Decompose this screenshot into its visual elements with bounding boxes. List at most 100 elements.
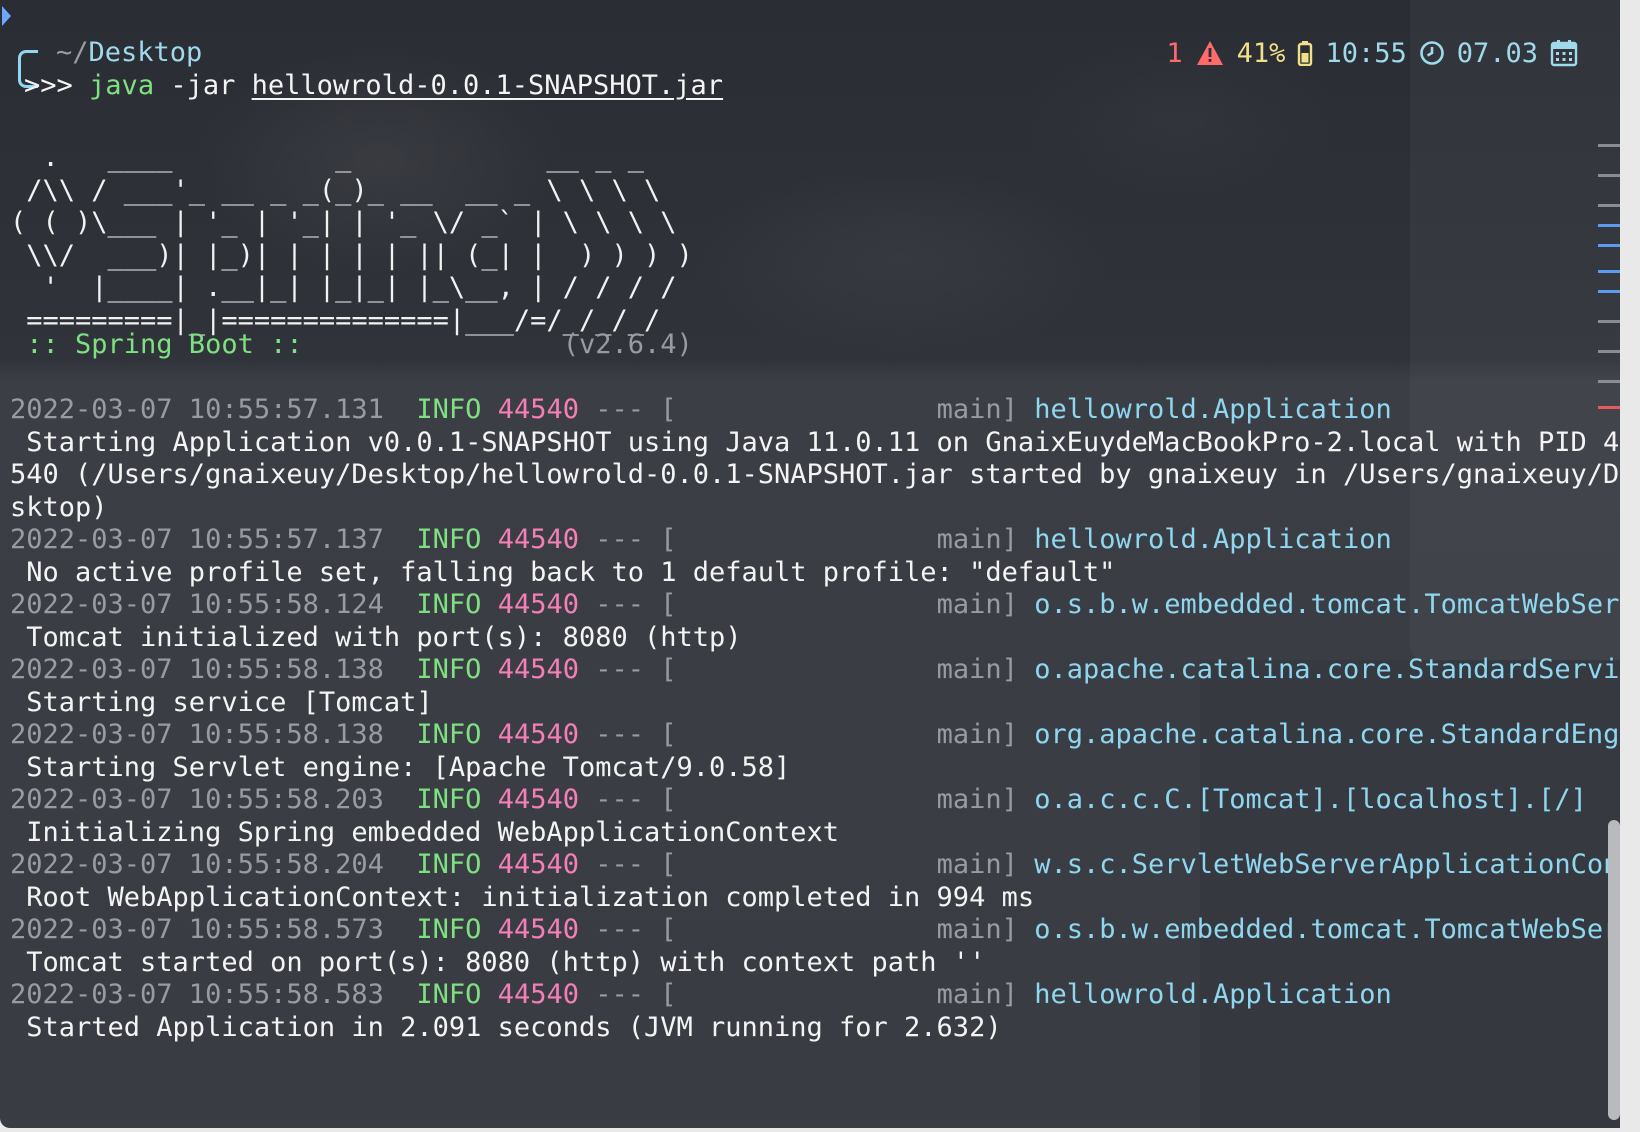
log-thread: main] xyxy=(936,589,1018,620)
log-logger: hellowrold.Application : xyxy=(1034,979,1392,1010)
log-separator: --- xyxy=(595,914,645,945)
log-thread: main] xyxy=(936,719,1018,750)
log-message: 540 (/Users/gnaixeuy/Desktop/hellowrold-… xyxy=(10,459,1620,490)
cwd-tilde: ~/ xyxy=(56,37,89,68)
log-thread: main] xyxy=(936,914,1018,945)
warning-icon xyxy=(1195,39,1225,67)
clock-icon xyxy=(1419,40,1445,66)
log-separator: --- xyxy=(595,849,645,880)
command-name: java xyxy=(89,70,155,101)
log-pid: 44540 xyxy=(497,979,579,1010)
log-logger: hellowrold.Application : xyxy=(1034,394,1392,425)
log-level: INFO xyxy=(416,849,482,880)
log-message: Starting Servlet engine: [Apache Tomcat/… xyxy=(10,751,791,783)
battery-percent: 41% xyxy=(1236,37,1286,69)
log-pid: 44540 xyxy=(497,849,579,880)
log-timestamp: 2022-03-07 10:55:58.138 xyxy=(10,654,384,685)
log-separator: --- xyxy=(595,654,645,685)
log-message: Starting Application v0.0.1-SNAPSHOT usi… xyxy=(10,426,1620,458)
log-thread: main] xyxy=(936,654,1018,685)
log-timestamp: 2022-03-07 10:55:58.573 xyxy=(10,914,384,945)
log-pid: 44540 xyxy=(497,914,579,945)
log-timestamp: 2022-03-07 10:55:57.137 xyxy=(10,524,384,555)
corner-caret-icon xyxy=(2,6,11,26)
log-entry-header: 2022-03-07 10:55:57.137 INFO 44540 --- [… xyxy=(10,523,1620,556)
calendar-icon xyxy=(1550,39,1578,67)
terminal-window[interactable]: ~/Desktop 1 41% 10:55 07.03 >>> java -ja… xyxy=(0,0,1620,1128)
log-level: INFO xyxy=(416,784,482,815)
log-entry-header: 2022-03-07 10:55:58.583 INFO 44540 --- [… xyxy=(10,978,1620,1011)
log-thread-prefix: [ xyxy=(660,394,856,425)
log-thread-prefix: [ xyxy=(660,654,856,685)
clock-time: 10:55 xyxy=(1325,37,1407,69)
log-pid: 44540 xyxy=(497,784,579,815)
background-panel xyxy=(1410,0,1620,660)
log-entry-header: 2022-03-07 10:55:58.138 INFO 44540 --- [… xyxy=(10,653,1620,686)
log-message: Started Application in 2.091 seconds (JV… xyxy=(10,1011,1002,1043)
command-args: -jar xyxy=(170,70,236,101)
log-timestamp: 2022-03-07 10:55:58.583 xyxy=(10,979,384,1010)
log-timestamp: 2022-03-07 10:55:58.203 xyxy=(10,784,384,815)
cwd-dir: Desktop xyxy=(88,37,203,68)
log-thread-prefix: [ xyxy=(660,589,856,620)
command-line[interactable]: >>> java -jar hellowrold-0.0.1-SNAPSHOT.… xyxy=(24,69,723,102)
log-pid: 44540 xyxy=(497,654,579,685)
log-logger: hellowrold.Application : xyxy=(1034,524,1392,555)
log-separator: --- xyxy=(595,719,645,750)
log-pid: 44540 xyxy=(497,394,579,425)
log-level: INFO xyxy=(416,654,482,685)
log-separator: --- xyxy=(595,979,645,1010)
log-entry-header: 2022-03-07 10:55:58.138 INFO 44540 --- [… xyxy=(10,718,1620,751)
spring-boot-version: (v2.6.4) xyxy=(302,329,693,360)
log-logger: o.a.c.c.C.[Tomcat].[localhost].[/] : xyxy=(1034,784,1587,815)
log-pid: 44540 xyxy=(497,589,579,620)
log-message: Tomcat started on port(s): 8080 (http) w… xyxy=(10,946,986,978)
log-separator: --- xyxy=(595,394,645,425)
log-thread-prefix: [ xyxy=(660,979,856,1010)
log-timestamp: 2022-03-07 10:55:57.131 xyxy=(10,394,384,425)
log-message: No active profile set, falling back to 1… xyxy=(10,556,1116,588)
log-separator: --- xyxy=(595,524,645,555)
log-timestamp: 2022-03-07 10:55:58.124 xyxy=(10,589,384,620)
log-message: Root WebApplicationContext: initializati… xyxy=(10,881,1035,913)
log-thread: main] xyxy=(936,524,1018,555)
log-message: Initializing Spring embedded WebApplicat… xyxy=(10,816,840,848)
date-text: 07.03 xyxy=(1456,37,1538,69)
log-thread-prefix: [ xyxy=(660,849,856,880)
log-level: INFO xyxy=(416,589,482,620)
log-thread: main] xyxy=(936,784,1018,815)
log-entry-header: 2022-03-07 10:55:58.204 INFO 44540 --- [… xyxy=(10,848,1620,881)
prompt-marker: >>> xyxy=(24,70,73,101)
command-jar[interactable]: hellowrold-0.0.1-SNAPSHOT.jar xyxy=(252,70,723,101)
log-level: INFO xyxy=(416,719,482,750)
log-separator: --- xyxy=(595,589,645,620)
log-thread-prefix: [ xyxy=(660,719,856,750)
log-thread: main] xyxy=(936,979,1018,1010)
log-level: INFO xyxy=(416,524,482,555)
log-timestamp: 2022-03-07 10:55:58.204 xyxy=(10,849,384,880)
log-entry-header: 2022-03-07 10:55:57.131 INFO 44540 --- [… xyxy=(10,393,1620,426)
scrollbar-thumb[interactable] xyxy=(1608,820,1620,1120)
log-level: INFO xyxy=(416,394,482,425)
log-pid: 44540 xyxy=(497,719,579,750)
log-thread: main] xyxy=(936,849,1018,880)
log-pid: 44540 xyxy=(497,524,579,555)
log-level: INFO xyxy=(416,914,482,945)
log-message: sktop) xyxy=(10,491,108,523)
log-message: Starting service [Tomcat] xyxy=(10,686,433,718)
log-thread-prefix: [ xyxy=(660,524,856,555)
log-thread: main] xyxy=(936,394,1018,425)
log-thread-prefix: [ xyxy=(660,914,856,945)
log-entry-header: 2022-03-07 10:55:58.203 INFO 44540 --- [… xyxy=(10,783,1620,816)
log-thread-prefix: [ xyxy=(660,784,856,815)
log-level: INFO xyxy=(416,979,482,1010)
log-logger: o.s.b.w.embedded.tomcat.TomcatWebServer … xyxy=(1034,914,1620,945)
log-entry-header: 2022-03-07 10:55:58.124 INFO 44540 --- [… xyxy=(10,588,1620,621)
log-logger: o.s.b.w.embedded.tomcat.TomcatWebServer … xyxy=(1034,589,1620,620)
log-logger: o.apache.catalina.core.StandardService : xyxy=(1034,654,1620,685)
prompt-cwd: ~/Desktop xyxy=(56,36,202,69)
log-entry-header: 2022-03-07 10:55:58.573 INFO 44540 --- [… xyxy=(10,913,1620,946)
alert-count: 1 xyxy=(1166,37,1183,69)
spring-boot-label: :: Spring Boot :: xyxy=(10,329,303,360)
spring-ascii-banner: . ____ _ __ _ _ /\\ / ___'_ __ _ _(_)_ _… xyxy=(10,142,693,336)
